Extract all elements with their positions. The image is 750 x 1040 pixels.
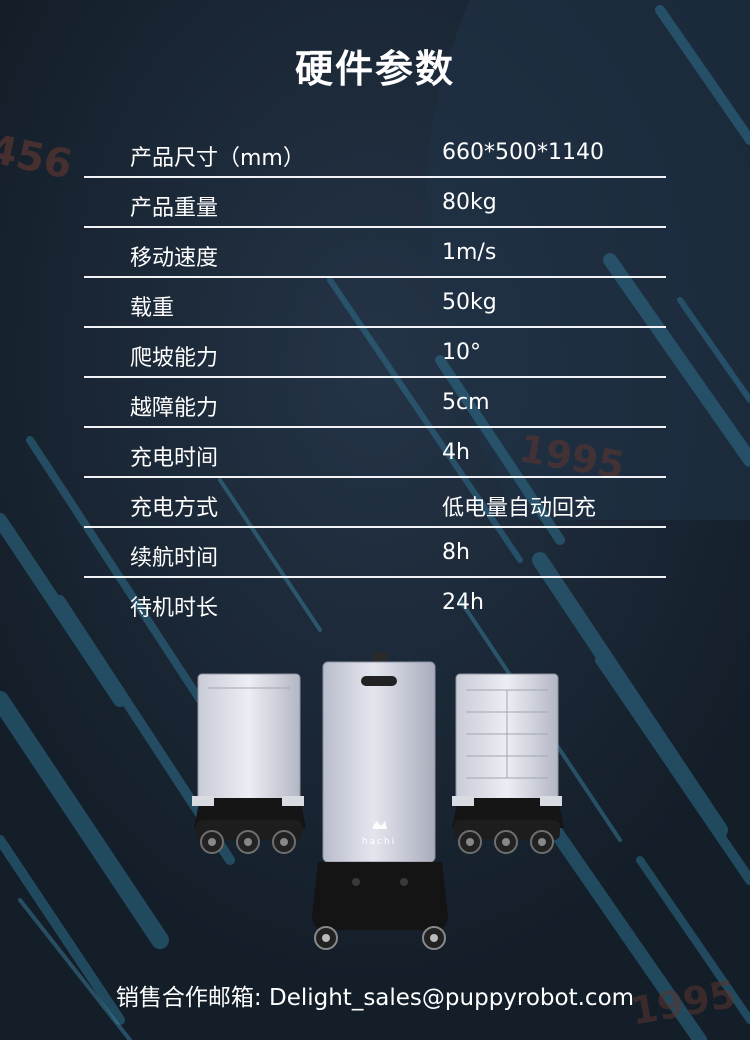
robot-side-view-left bbox=[192, 673, 306, 854]
spec-value: 1m/s bbox=[442, 240, 497, 265]
spec-value: 低电量自动回充 bbox=[442, 496, 597, 521]
spec-label: 移动速度 bbox=[130, 246, 219, 271]
spec-value: 50kg bbox=[442, 290, 497, 315]
spec-value: 8h bbox=[442, 540, 470, 565]
spec-table: 产品尺寸（mm） 660*500*1140 产品重量 80kg 移动速度 1m/… bbox=[84, 128, 666, 628]
page-title: 硬件参数 bbox=[294, 47, 455, 91]
spec-row: 续航时间 8h bbox=[84, 528, 666, 578]
robot-rear-view-right bbox=[452, 673, 564, 854]
spec-value: 660*500*1140 bbox=[442, 140, 604, 165]
spec-label: 充电方式 bbox=[130, 496, 219, 521]
spec-value: 10° bbox=[442, 340, 481, 365]
spec-row: 移动速度 1m/s bbox=[84, 228, 666, 278]
spec-label: 越障能力 bbox=[130, 396, 219, 421]
spec-row: 产品尺寸（mm） 660*500*1140 bbox=[84, 128, 666, 178]
spec-value: 5cm bbox=[442, 390, 490, 415]
page: 硬件参数 产品尺寸（mm） 660*500*1140 产品重量 80kg 移动速… bbox=[0, 0, 750, 1040]
spec-row: 爬坡能力 10° bbox=[84, 328, 666, 378]
robot-brand: hachi bbox=[362, 837, 396, 847]
spec-label: 续航时间 bbox=[130, 546, 219, 571]
spec-value: 4h bbox=[442, 440, 470, 465]
spec-label: 产品尺寸（mm） bbox=[130, 146, 305, 171]
spec-row: 待机时长 24h bbox=[84, 578, 666, 628]
spec-row: 越障能力 5cm bbox=[84, 378, 666, 428]
spec-row: 产品重量 80kg bbox=[84, 178, 666, 228]
spec-label: 载重 bbox=[130, 296, 175, 321]
sales-contact-email: 销售合作邮箱: Delight_sales@puppyrobot.com bbox=[115, 985, 635, 1011]
spec-value: 80kg bbox=[442, 190, 497, 215]
spec-label: 爬坡能力 bbox=[130, 346, 219, 371]
spec-label: 充电时间 bbox=[130, 446, 219, 471]
spec-row: 载重 50kg bbox=[84, 278, 666, 328]
spec-label: 待机时长 bbox=[130, 596, 219, 621]
spec-row: 充电方式 低电量自动回充 bbox=[84, 478, 666, 528]
robot-front-view: hachi bbox=[312, 652, 448, 950]
spec-value: 24h bbox=[442, 590, 484, 615]
spec-row: 充电时间 4h bbox=[84, 428, 666, 478]
robot-product-image: hachi bbox=[192, 652, 564, 950]
spec-label: 产品重量 bbox=[130, 196, 219, 221]
